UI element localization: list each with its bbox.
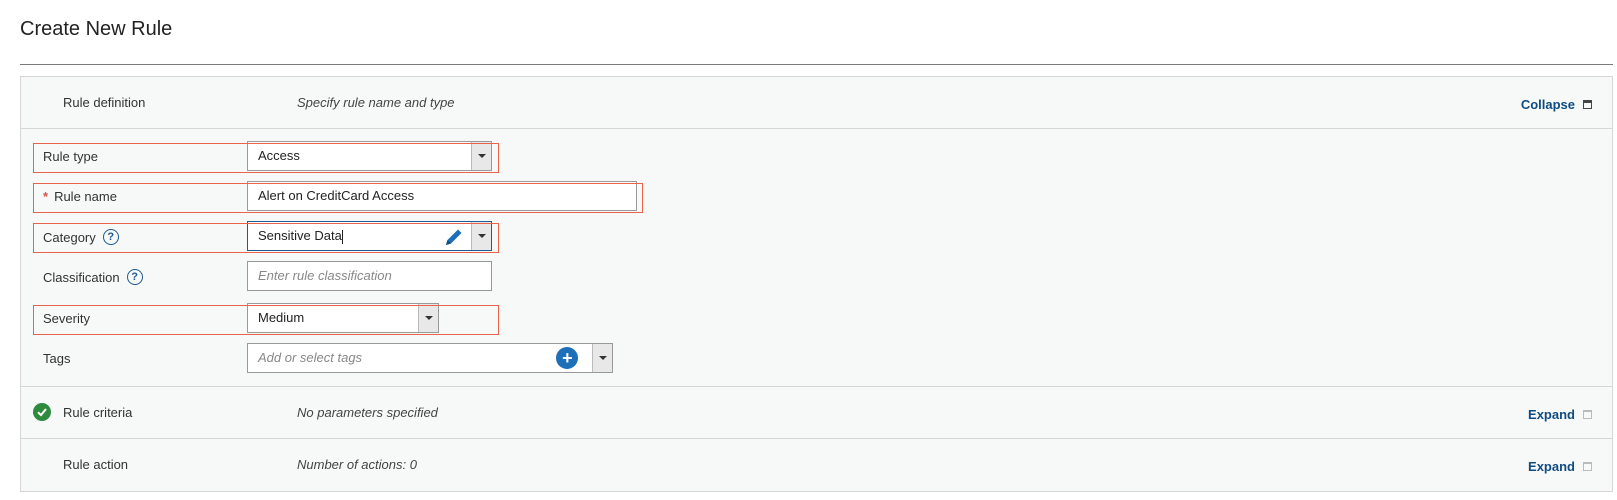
rule-name-label: Rule name — [54, 189, 117, 204]
add-tag-icon[interactable]: + — [556, 347, 578, 369]
classification-label-wrap: Classification ? — [43, 269, 143, 285]
rule-action-title: Rule action — [63, 457, 129, 472]
title-divider — [20, 64, 1613, 65]
rule-definition-title: Rule definition — [63, 95, 146, 110]
expand-icon — [1583, 462, 1592, 471]
severity-row: Severity Medium — [21, 303, 1612, 335]
tags-label: Tags — [43, 351, 71, 366]
text-cursor — [341, 229, 343, 244]
check-circle-icon — [33, 403, 51, 421]
rule-action-header: Rule action Number of actions: 0 Expand — [21, 439, 1612, 491]
tags-dropdown-button[interactable] — [592, 344, 612, 372]
expand-label: Expand — [1528, 407, 1575, 422]
rule-definition-header: Rule definition Specify rule name and ty… — [21, 77, 1612, 129]
category-combobox[interactable]: Sensitive Data — [247, 221, 492, 251]
pencil-icon[interactable] — [443, 226, 465, 248]
rule-criteria-title: Rule criteria — [63, 405, 133, 420]
rule-name-label-wrap: * Rule name — [43, 189, 117, 204]
classification-input[interactable]: Enter rule classification — [247, 261, 492, 291]
expand-icon — [1583, 410, 1592, 419]
category-label-wrap: Category ? — [43, 229, 119, 245]
page-title: Create New Rule — [20, 18, 173, 40]
rule-name-row: * Rule name Alert on CreditCard Access — [21, 181, 1612, 213]
severity-select[interactable]: Medium — [247, 303, 439, 333]
rule-criteria-description: No parameters specified — [297, 405, 438, 420]
chevron-down-icon — [477, 234, 486, 238]
collapse-button[interactable]: Collapse — [1521, 97, 1592, 112]
rule-name-value: Alert on CreditCard Access — [258, 188, 415, 203]
tags-row: Tags Add or select tags + — [21, 343, 1612, 375]
rule-type-dropdown-button[interactable] — [471, 142, 491, 170]
chevron-down-icon — [598, 356, 607, 360]
rule-panel: Rule definition Specify rule name and ty… — [20, 76, 1613, 492]
rule-type-row: Rule type Access — [21, 141, 1612, 173]
rule-definition-description: Specify rule name and type — [297, 95, 455, 110]
chevron-down-icon — [477, 154, 486, 158]
rule-type-select[interactable]: Access — [247, 141, 492, 171]
severity-label: Severity — [43, 311, 90, 326]
category-label: Category — [43, 229, 96, 245]
rule-definition-form: Rule type Access * Rule name Alert on Cr… — [21, 129, 1612, 387]
classification-placeholder: Enter rule classification — [258, 268, 392, 283]
classification-label: Classification — [43, 269, 120, 285]
rule-name-input[interactable]: Alert on CreditCard Access — [247, 181, 637, 211]
severity-dropdown-button[interactable] — [418, 304, 438, 332]
collapse-icon — [1583, 100, 1592, 109]
tags-placeholder: Add or select tags — [258, 350, 363, 365]
category-dropdown-button[interactable] — [471, 222, 491, 250]
required-marker: * — [43, 189, 49, 204]
rule-type-value: Access — [258, 148, 300, 163]
rule-type-label: Rule type — [43, 149, 98, 164]
rule-criteria-header: Rule criteria No parameters specified Ex… — [21, 387, 1612, 439]
expand-criteria-button[interactable]: Expand — [1528, 407, 1592, 422]
classification-row: Classification ? Enter rule classificati… — [21, 261, 1612, 293]
tags-combobox[interactable]: Add or select tags + — [247, 343, 613, 373]
collapse-label: Collapse — [1520, 97, 1575, 112]
help-icon[interactable]: ? — [126, 269, 143, 285]
expand-action-button[interactable]: Expand — [1528, 459, 1592, 474]
severity-value: Medium — [258, 310, 305, 325]
chevron-down-icon — [424, 316, 433, 320]
expand-label: Expand — [1528, 459, 1575, 474]
category-value: Sensitive Data — [258, 228, 342, 243]
rule-action-description: Number of actions: 0 — [297, 457, 417, 472]
help-icon[interactable]: ? — [102, 229, 119, 245]
create-rule-page: Create New Rule Rule definition Specify … — [0, 0, 1617, 500]
category-row: Category ? Sensitive Data — [21, 221, 1612, 253]
